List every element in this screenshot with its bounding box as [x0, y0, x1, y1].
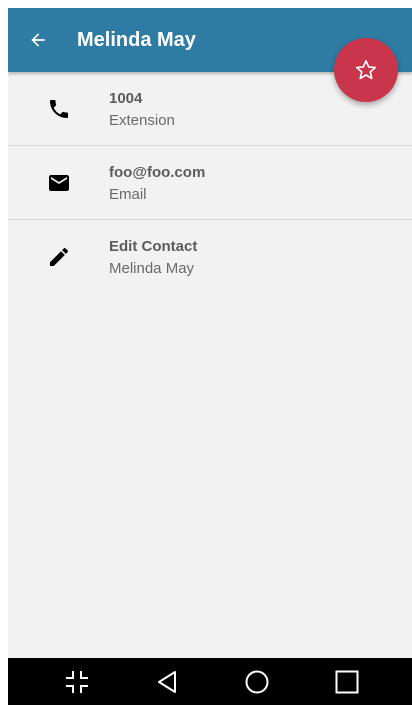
collapse-button[interactable]	[60, 665, 94, 699]
recents-button[interactable]	[330, 665, 364, 699]
collapse-icon	[66, 671, 88, 693]
email-icon	[46, 170, 72, 196]
contact-name: Melinda May	[109, 260, 195, 277]
back-button[interactable]	[22, 24, 54, 56]
arrow-back-icon	[31, 33, 45, 47]
edit-icon	[46, 244, 72, 270]
email-label: Email	[109, 186, 147, 203]
edit-contact-label: Edit Contact	[109, 238, 198, 255]
system-nav-bar	[8, 658, 412, 705]
extension-label: Extension	[109, 112, 175, 129]
star-outline-icon	[355, 60, 377, 80]
favorite-button[interactable]	[334, 38, 398, 102]
nav-back-button[interactable]	[150, 665, 184, 699]
edit-contact-row[interactable]: Edit Contact Melinda May	[8, 220, 412, 293]
email-value: foo@foo.com	[109, 164, 206, 181]
phone-icon	[46, 96, 72, 122]
page-title: Melinda May	[77, 29, 196, 51]
recents-square-icon	[335, 670, 359, 694]
home-circle-icon	[245, 670, 269, 694]
app-screen: Melinda May 1004 Extension foo@foo.com E…	[8, 8, 412, 705]
back-triangle-icon	[158, 671, 176, 693]
contact-details-list: 1004 Extension foo@foo.com Email Edit Co…	[8, 72, 412, 293]
home-button[interactable]	[240, 665, 274, 699]
email-row[interactable]: foo@foo.com Email	[8, 146, 412, 220]
extension-value: 1004	[109, 90, 143, 107]
